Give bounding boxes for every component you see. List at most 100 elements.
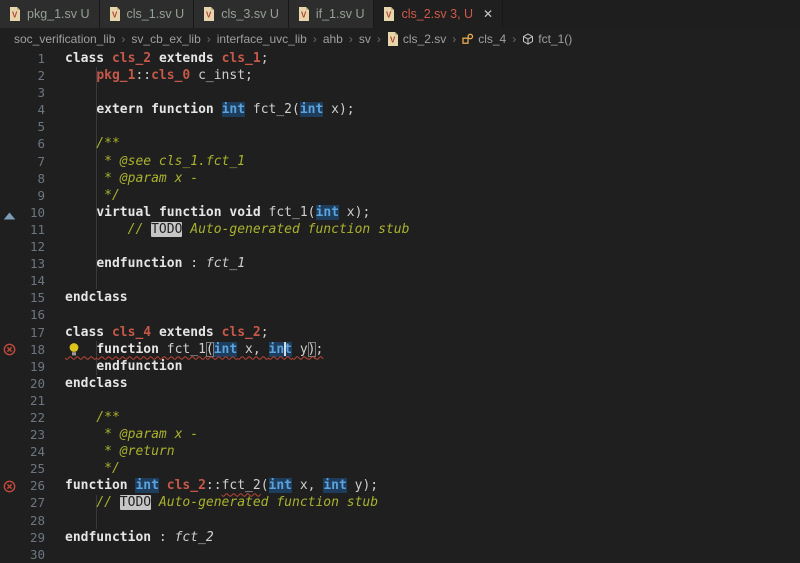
line-number: 16 [29,307,45,323]
breadcrumb-item-soc_verification_lib[interactable]: soc_verification_lib [14,32,115,46]
code-line-text: /** [65,409,120,425]
code-line[interactable]: 30 [0,546,800,563]
breadcrumb-separator: › [121,32,126,46]
breadcrumb-item-ahb[interactable]: ahb [323,32,343,46]
code-line-text: endfunction : fct_1 [96,256,246,272]
line-number: 12 [29,239,45,255]
tab-if_1.sv[interactable]: Vif_1.sv U [288,0,375,28]
breadcrumb-label: cls_2.sv [402,32,447,46]
breadcrumb-separator: › [206,32,211,46]
line-number: 3 [37,85,45,101]
breadcrumb-item-sv[interactable]: sv [359,32,371,46]
code-line[interactable]: 17 class cls_4 extends cls_2; [0,324,800,341]
code-line[interactable]: 23 * @param x - [0,426,800,443]
line-number: 27 [29,495,45,511]
code-line[interactable]: 8 * @param x - [0,170,800,187]
code-line[interactable]: 29 endfunction : fct_2 [0,529,800,546]
tab-label: if_1.sv U [315,7,365,21]
error-icon-wrap [3,343,16,360]
code-line-text: virtual function void fct_1(int x); [96,204,371,220]
code-line[interactable]: 28 [0,512,800,529]
todo-badge: TODO [119,495,152,511]
breadcrumb-item-interface_uvc_lib[interactable]: interface_uvc_lib [217,32,307,46]
code-line[interactable]: 16 [0,306,800,323]
code-line[interactable]: 18 function fct_1(int x, int y); [0,341,800,358]
code-line[interactable]: 1 class cls_2 extends cls_1; [0,50,800,67]
tab-label: cls_2.sv 3, U [401,7,474,21]
code-line[interactable]: 6 /** [0,135,800,152]
error-icon [3,480,16,492]
line-number: 8 [37,170,45,186]
tab-cls_1.sv[interactable]: Vcls_1.sv U [99,0,195,28]
code-line[interactable]: 7 * @see cls_1.fct_1 [0,153,800,170]
code-line[interactable]: 4 extern function int fct_2(int x); [0,101,800,118]
line-number: 7 [37,153,45,169]
tab-label: pkg_1.sv U [27,7,90,21]
line-number: 30 [29,546,45,562]
tab-cls_3.sv[interactable]: Vcls_3.sv U [194,0,289,28]
code-line[interactable]: 19 endfunction [0,358,800,375]
code-line[interactable]: 10 virtual function void fct_1(int x); [0,204,800,221]
line-number: 22 [29,409,45,425]
code-line-text: * @see cls_1.fct_1 [65,153,246,169]
breadcrumb-separator: › [348,32,353,46]
breadcrumb-label: fct_1() [538,32,573,46]
lightbulb-icon [69,342,79,356]
code-line-text: /** [65,136,120,152]
line-number: 15 [29,290,45,306]
code-line[interactable]: 26 function int cls_2::fct_2(int x, int y… [0,477,800,494]
code-line[interactable]: 11 // TODO Auto-generated function stub [0,221,800,238]
line-number: 23 [29,427,45,443]
code-line[interactable]: 14 [0,272,800,289]
line-number: 4 [37,102,45,118]
line-number: 1 [37,51,45,66]
line-number: 6 [37,136,45,152]
svg-text:V: V [206,11,212,20]
code-line[interactable]: 5 [0,118,800,135]
code-line[interactable]: 22 /** [0,409,800,426]
vscode-window: Vpkg_1.sv U Vcls_1.sv U Vcls_3.sv U Vif_1.s… [0,0,800,563]
file-icon: V [387,32,398,46]
line-number: 2 [37,68,45,84]
code-line-text: function int cls_2::fct_2(int x, int y); [65,478,379,494]
line-number: 24 [29,444,45,460]
svg-text:V: V [386,11,392,20]
code-line[interactable]: 20 endclass [0,375,800,392]
breadcrumb-separator: › [512,32,517,46]
code-line[interactable]: 2 pkg_1::cls_0 c_inst; [0,67,800,84]
tab-label: cls_3.sv U [221,7,279,21]
code-line[interactable]: 25 */ [0,460,800,477]
code-line-text: pkg_1::cls_0 c_inst; [96,68,253,84]
line-number: 28 [29,512,45,528]
code-line[interactable]: 12 [0,238,800,255]
lightbulb-icon-wrap[interactable] [68,342,80,361]
breadcrumb-item-cls_4[interactable]: cls_4 [462,32,506,46]
breadcrumb-separator: › [312,32,317,46]
file-icon: V [384,7,395,21]
code-line[interactable]: 15 endclass [0,289,800,306]
code-line-text: * @param x - [65,170,199,186]
code-line[interactable]: 27 // TODO Auto-generated function stub [0,494,800,511]
tab-pkg_1.sv[interactable]: Vpkg_1.sv U [0,0,100,28]
code-line[interactable]: 24 * @return [0,443,800,460]
breadcrumb-item-fct_1[interactable]: fct_1() [522,32,572,46]
line-number: 25 [29,461,45,477]
breadcrumb-label: soc_verification_lib [14,32,116,46]
tab-cls_2.sv[interactable]: Vcls_2.sv 3, U ✕ [374,0,504,28]
file-icon: V [109,7,120,21]
implementations-icon-wrap[interactable] [3,209,16,224]
code-line[interactable]: 9 */ [0,187,800,204]
code-line-text: endfunction [96,358,183,374]
code-editor[interactable]: 1 class cls_2 extends cls_1; 2 pkg_1::cls_… [0,50,800,563]
class-icon [462,33,474,44]
code-line-text: // TODO Auto-generated function stub [96,495,379,511]
code-line[interactable]: 21 [0,392,800,409]
breadcrumb-item-cls_2sv[interactable]: Vcls_2.sv [387,32,446,46]
line-number: 5 [37,119,45,135]
line-number: 21 [29,392,45,408]
code-line[interactable]: 13 endfunction : fct_1 [0,255,800,272]
close-icon[interactable]: ✕ [483,8,493,20]
code-line[interactable]: 3 [0,84,800,101]
breadcrumb-item-sv_cb_ex_lib[interactable]: sv_cb_ex_lib [131,32,200,46]
text-cursor [284,342,286,357]
